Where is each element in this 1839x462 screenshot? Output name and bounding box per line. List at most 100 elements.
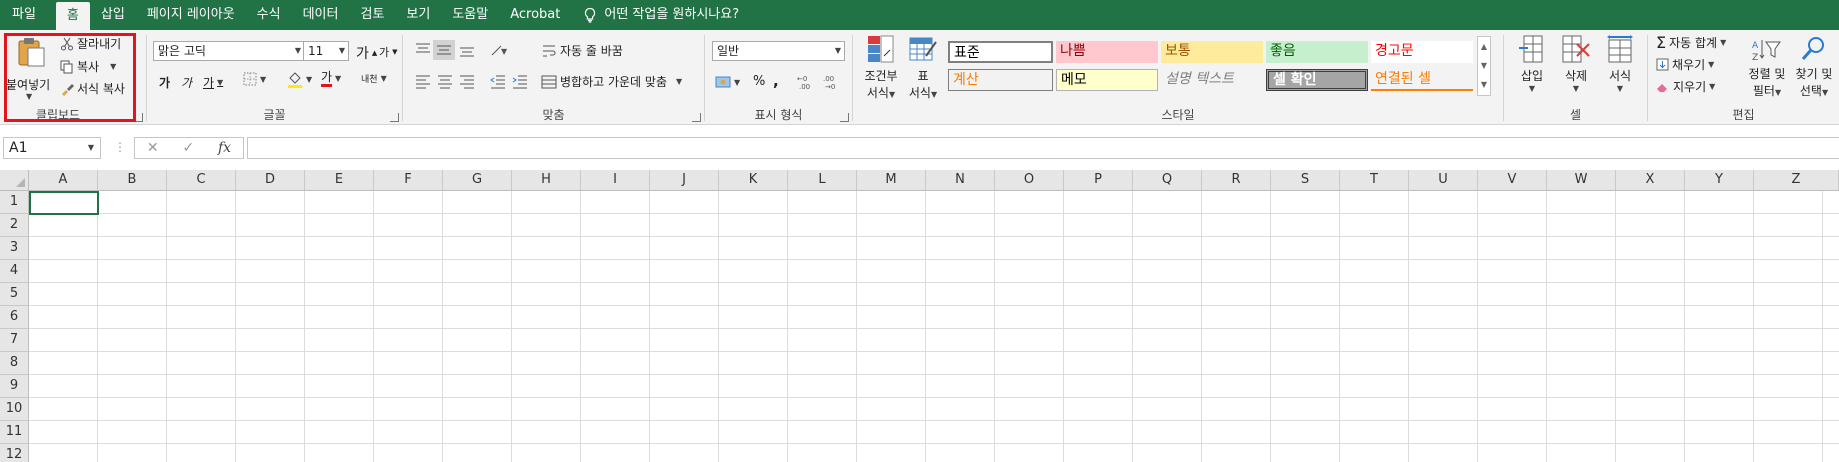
column-header[interactable]: F — [374, 170, 443, 191]
active-cell[interactable] — [29, 191, 99, 215]
accounting-format-button[interactable]: ▼ — [715, 75, 740, 89]
align-left-icon[interactable] — [414, 73, 432, 89]
clear-button[interactable]: 지우기 ▼ — [1656, 78, 1715, 95]
underline-button[interactable]: 가 ▼ — [203, 74, 223, 91]
find-select-button[interactable]: 찾기 및 선택▼ — [1791, 36, 1837, 99]
style-bad[interactable]: 나쁨 — [1056, 41, 1158, 63]
more-options-icon[interactable]: ⋮ — [114, 140, 126, 154]
phonetic-button[interactable]: 내천 ▼ — [361, 72, 387, 85]
column-header[interactable]: J — [650, 170, 719, 191]
column-header[interactable]: C — [167, 170, 236, 191]
style-note[interactable]: 메모 — [1056, 69, 1158, 91]
decrease-indent-icon[interactable] — [489, 73, 507, 89]
formula-input[interactable] — [247, 137, 1839, 159]
fill-color-button[interactable]: ▼ — [287, 70, 312, 88]
number-launcher[interactable] — [840, 113, 849, 122]
format-as-table-button[interactable]: 표 서식▼ — [905, 34, 941, 100]
column-header[interactable]: D — [236, 170, 305, 191]
increase-indent-icon[interactable] — [511, 73, 529, 89]
column-header[interactable]: E — [305, 170, 374, 191]
select-all-button[interactable] — [0, 170, 29, 191]
delete-cells-button[interactable]: 삭제 ▼ — [1558, 34, 1594, 93]
row-header[interactable]: 10 — [0, 398, 29, 421]
tell-me-search[interactable]: 어떤 작업을 원하시나요? — [571, 0, 750, 30]
column-header[interactable]: M — [857, 170, 926, 191]
grow-font-button[interactable]: 가 ▲ — [356, 43, 377, 63]
cancel-icon[interactable]: ✕ — [147, 140, 159, 156]
align-middle-icon[interactable] — [433, 40, 455, 60]
align-bottom-icon[interactable] — [458, 42, 476, 58]
style-check-cell[interactable]: 셀 확인 — [1266, 69, 1368, 91]
column-header[interactable]: H — [512, 170, 581, 191]
style-calculation[interactable]: 계산 — [948, 69, 1053, 91]
column-header[interactable]: V — [1478, 170, 1547, 191]
font-color-button[interactable]: 가 ▼ — [321, 70, 341, 87]
menu-view[interactable]: 보기 — [395, 0, 441, 30]
menu-data[interactable]: 데이터 — [292, 0, 350, 30]
insert-function-button[interactable]: fx — [218, 140, 231, 156]
name-box[interactable]: A1 ▼ — [3, 137, 101, 159]
style-warning[interactable]: 경고문 — [1371, 41, 1473, 63]
row-header[interactable]: 7 — [0, 329, 29, 352]
sort-filter-button[interactable]: AZ 정렬 및 필터▼ — [1744, 36, 1790, 99]
chevron-down-icon[interactable]: ▼ — [88, 138, 94, 158]
conditional-formatting-button[interactable]: 조건부 서식▼ — [862, 34, 900, 100]
menu-help[interactable]: 도움말 — [441, 0, 499, 30]
font-size-select[interactable]: 11 ▼ — [303, 41, 349, 61]
shrink-font-button[interactable]: 가 ▼ — [379, 44, 398, 60]
column-header[interactable]: W — [1547, 170, 1616, 191]
menu-page-layout[interactable]: 페이지 레이아웃 — [136, 0, 246, 30]
column-header[interactable]: X — [1616, 170, 1685, 191]
style-normal[interactable]: 표준 — [948, 41, 1053, 63]
column-header[interactable]: Y — [1685, 170, 1754, 191]
italic-button[interactable]: 가 — [181, 74, 192, 91]
align-right-icon[interactable] — [458, 73, 476, 89]
percent-button[interactable]: % — [753, 74, 765, 89]
menu-review[interactable]: 검토 — [349, 0, 395, 30]
autosum-button[interactable]: Σ 자동 합계 ▼ — [1656, 33, 1726, 52]
menu-acrobat[interactable]: Acrobat — [499, 0, 571, 30]
more-styles-icon[interactable]: ▼ — [1478, 75, 1490, 94]
row-header[interactable]: 12 — [0, 444, 29, 462]
orientation-icon[interactable]: ▼ — [489, 42, 515, 58]
column-header[interactable]: I — [581, 170, 650, 191]
menu-insert[interactable]: 삽입 — [90, 0, 136, 30]
row-header[interactable]: 3 — [0, 237, 29, 260]
row-header[interactable]: 5 — [0, 283, 29, 306]
merge-center-button[interactable]: 병합하고 가운데 맞춤 ▼ — [541, 73, 682, 90]
format-cells-button[interactable]: 서식 ▼ — [1602, 34, 1638, 93]
column-header[interactable]: N — [926, 170, 995, 191]
insert-cells-button[interactable]: 삽입 ▼ — [1514, 34, 1550, 93]
align-center-icon[interactable] — [436, 73, 454, 89]
column-header[interactable]: A — [29, 170, 98, 191]
column-header[interactable]: S — [1271, 170, 1340, 191]
row-header[interactable]: 9 — [0, 375, 29, 398]
styles-gallery-scroll[interactable]: ▲ ▼ ▼ — [1477, 36, 1491, 96]
increase-decimal-icon[interactable]: ←0.00 — [797, 74, 819, 90]
row-header[interactable]: 6 — [0, 306, 29, 329]
borders-button[interactable]: ▼ — [243, 72, 266, 86]
column-header[interactable]: B — [98, 170, 167, 191]
column-header[interactable]: G — [443, 170, 512, 191]
menu-home[interactable]: 홈 — [55, 2, 90, 30]
row-header[interactable]: 2 — [0, 214, 29, 237]
row-header[interactable]: 8 — [0, 352, 29, 375]
column-header[interactable]: T — [1340, 170, 1409, 191]
font-launcher[interactable] — [390, 113, 399, 122]
enter-icon[interactable]: ✓ — [182, 140, 194, 156]
bold-button[interactable]: 가 — [159, 74, 170, 91]
alignment-launcher[interactable] — [692, 113, 701, 122]
column-header[interactable]: Q — [1133, 170, 1202, 191]
column-header[interactable]: L — [788, 170, 857, 191]
column-header[interactable]: K — [719, 170, 788, 191]
align-top-icon[interactable] — [414, 42, 432, 58]
number-format-select[interactable]: 일반 ▼ — [712, 41, 845, 61]
cell-area[interactable] — [29, 191, 1839, 462]
scroll-up-icon[interactable]: ▲ — [1478, 37, 1490, 56]
fill-button[interactable]: 채우기 ▼ — [1656, 56, 1714, 73]
wrap-text-button[interactable]: 자동 줄 바꿈 — [541, 42, 623, 59]
column-header[interactable]: R — [1202, 170, 1271, 191]
menu-formulas[interactable]: 수식 — [246, 0, 292, 30]
column-header[interactable]: U — [1409, 170, 1478, 191]
column-header[interactable]: P — [1064, 170, 1133, 191]
